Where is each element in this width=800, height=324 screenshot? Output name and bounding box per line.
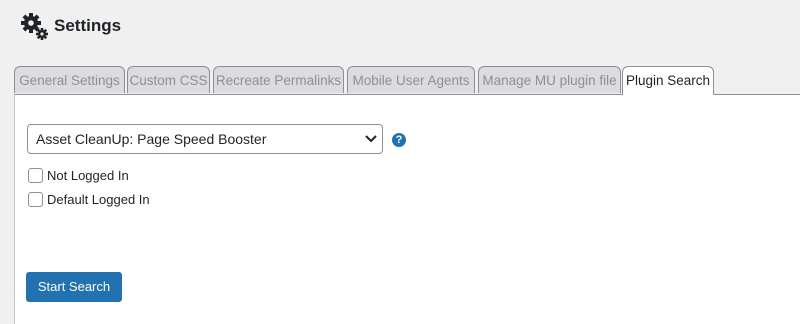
not-logged-in-checkbox-row[interactable]: Not Logged In xyxy=(28,168,129,183)
tab-mobile-user-agents[interactable]: Mobile User Agents xyxy=(347,66,475,93)
not-logged-in-label: Not Logged In xyxy=(47,168,129,183)
start-search-button[interactable]: Start Search xyxy=(26,272,122,302)
default-logged-in-checkbox[interactable] xyxy=(28,192,43,207)
tab-custom-css[interactable]: Custom CSS xyxy=(127,66,210,93)
tab-recreate-permalinks[interactable]: Recreate Permalinks xyxy=(213,66,344,93)
gears-icon xyxy=(20,11,50,41)
plugin-select[interactable]: Asset CleanUp: Page Speed Booster xyxy=(27,124,383,154)
help-icon[interactable]: ? xyxy=(392,133,406,147)
not-logged-in-checkbox[interactable] xyxy=(28,168,43,183)
tab-plugin-search[interactable]: Plugin Search xyxy=(622,66,714,95)
page-title: Settings xyxy=(54,16,122,35)
default-logged-in-checkbox-row[interactable]: Default Logged In xyxy=(28,192,150,207)
chevron-down-icon xyxy=(360,124,382,154)
tab-manage-mu-plugin-file[interactable]: Manage MU plugin file xyxy=(478,66,621,93)
page-header: Settings xyxy=(20,10,121,42)
default-logged-in-label: Default Logged In xyxy=(47,192,150,207)
tab-general-settings[interactable]: General Settings xyxy=(14,66,125,93)
plugin-select-value: Asset CleanUp: Page Speed Booster xyxy=(36,131,267,147)
settings-tabs: General Settings Custom CSS Recreate Per… xyxy=(14,66,800,95)
